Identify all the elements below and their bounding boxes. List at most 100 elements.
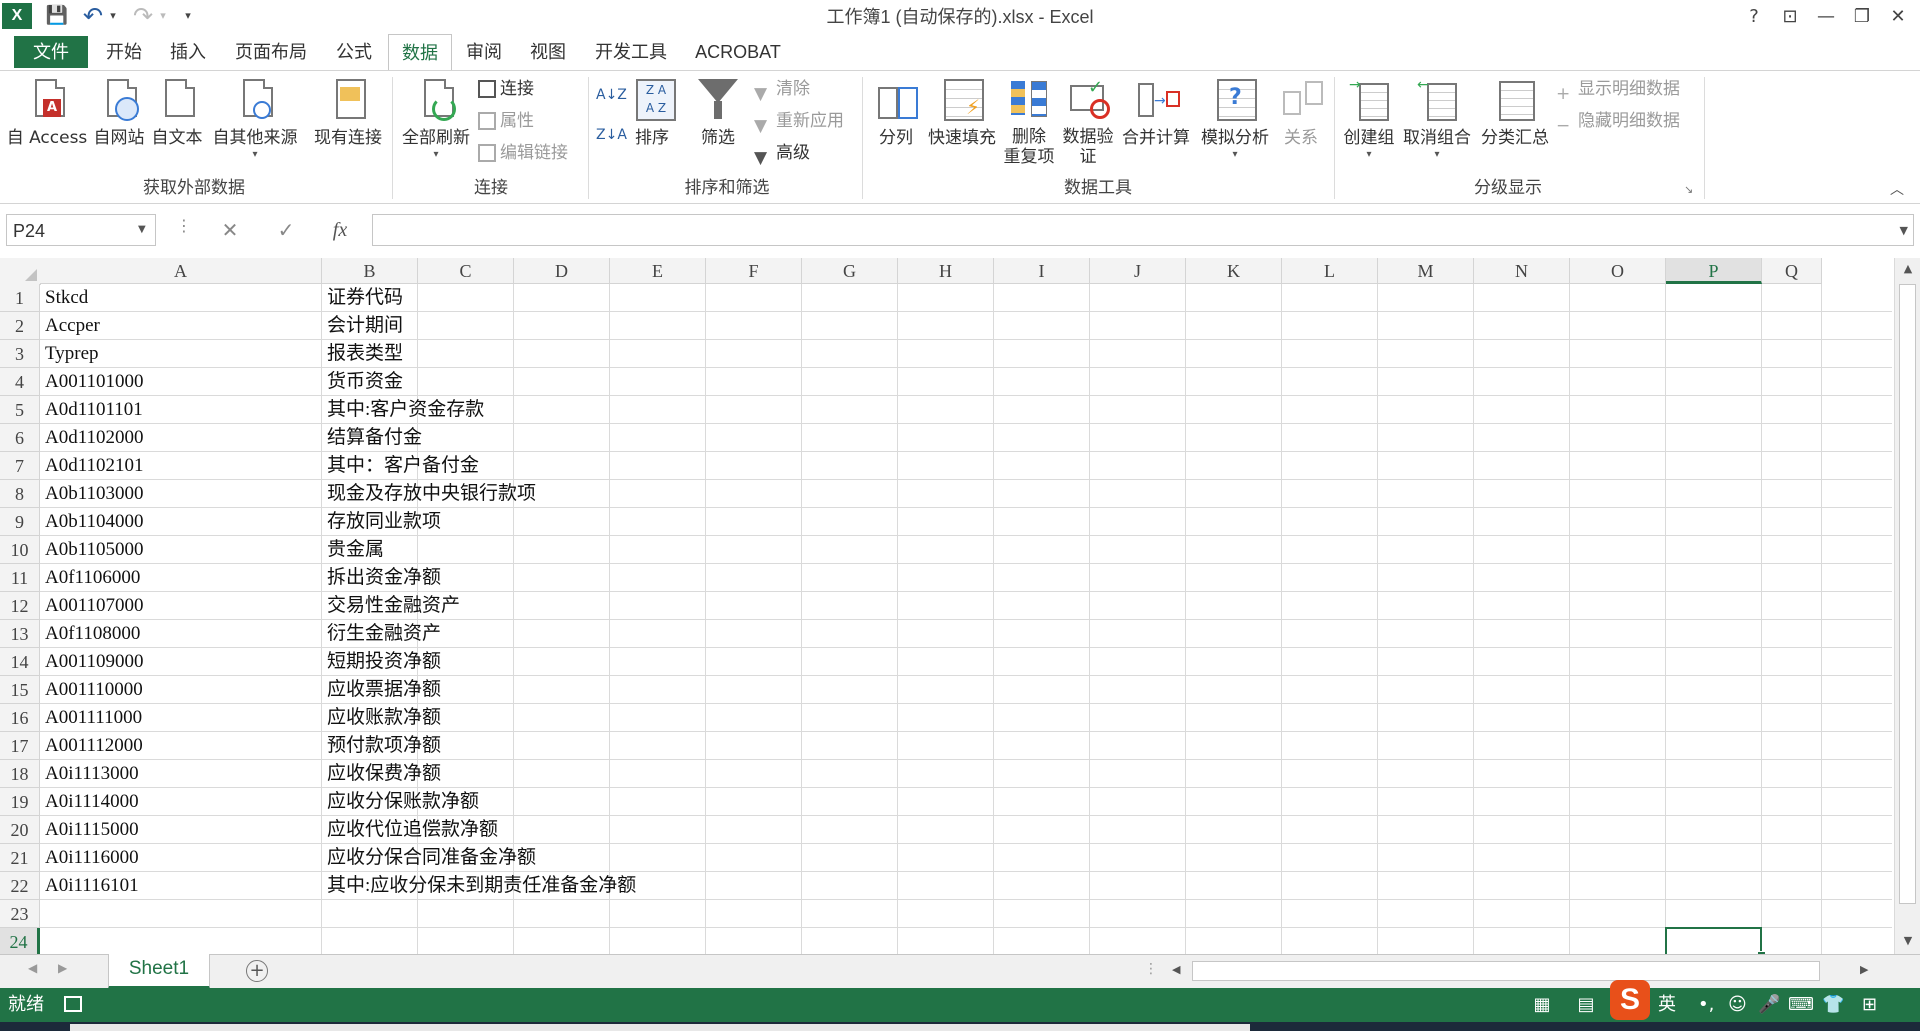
- cell-b18[interactable]: 应收保费净额: [322, 760, 441, 788]
- scroll-left-icon[interactable]: ◀: [1172, 963, 1180, 976]
- ribbon-display-options-button[interactable]: ⊡: [1772, 2, 1808, 32]
- flash-fill-button[interactable]: ⚡ 快速填充: [926, 75, 998, 171]
- cell-b1[interactable]: 证券代码: [322, 284, 403, 312]
- cell-b9[interactable]: 存放同业款项: [322, 508, 441, 536]
- row-header-17[interactable]: 17: [0, 732, 40, 760]
- cell-a16[interactable]: A001111000: [40, 704, 142, 732]
- connections-button[interactable]: 连接: [478, 75, 534, 103]
- collapse-ribbon-icon[interactable]: ︿: [1890, 179, 1904, 199]
- normal-view-icon[interactable]: ▦: [1530, 994, 1554, 1016]
- cell-b11[interactable]: 拆出资金净额: [322, 564, 441, 592]
- column-header-p[interactable]: P: [1666, 258, 1762, 284]
- tab-formulas[interactable]: 公式: [326, 36, 382, 68]
- chevron-down-icon[interactable]: ▼: [138, 224, 146, 235]
- subtotal-button[interactable]: 分类汇总: [1476, 75, 1554, 171]
- cell-a9[interactable]: A0b1104000: [40, 508, 144, 536]
- cell-b19[interactable]: 应收分保账款净额: [322, 788, 479, 816]
- dialog-launcher-icon[interactable]: ↘: [1684, 183, 1693, 196]
- column-header-k[interactable]: K: [1186, 258, 1282, 284]
- ime-language-toggle[interactable]: 英: [1658, 988, 1676, 1022]
- cell-b15[interactable]: 应收票据净额: [322, 676, 441, 704]
- cell-b21[interactable]: 应收分保合同准备金净额: [322, 844, 536, 872]
- cell-a6[interactable]: A0d1102000: [40, 424, 144, 452]
- cell-b14[interactable]: 短期投资净额: [322, 648, 441, 676]
- cell-b20[interactable]: 应收代位追偿款净额: [322, 816, 498, 844]
- insert-function-button[interactable]: fx: [322, 214, 358, 246]
- tab-acrobat[interactable]: ACROBAT: [688, 36, 788, 68]
- cell-a20[interactable]: A0i1115000: [40, 816, 139, 844]
- cell-b13[interactable]: 衍生金融资产: [322, 620, 441, 648]
- group-button[interactable]: → 创建组 ▾: [1340, 75, 1398, 171]
- sogou-ime-logo[interactable]: S: [1610, 980, 1650, 1020]
- tab-page-layout[interactable]: 页面布局: [226, 36, 316, 68]
- row-header-10[interactable]: 10: [0, 536, 40, 564]
- row-header-8[interactable]: 8: [0, 480, 40, 508]
- column-header-l[interactable]: L: [1282, 258, 1378, 284]
- formula-bar-resize-handle[interactable]: ⋮: [176, 216, 192, 235]
- cell-b6[interactable]: 结算备付金: [322, 424, 422, 452]
- cell-a15[interactable]: A001110000: [40, 676, 143, 704]
- cell-b22[interactable]: 其中:应收分保未到期责任准备金净额: [322, 872, 636, 900]
- ime-toolbox-icon[interactable]: ⊞: [1862, 988, 1877, 1022]
- vertical-scroll-thumb[interactable]: [1899, 284, 1916, 904]
- text-to-columns-button[interactable]: 分列: [868, 75, 924, 171]
- reapply-button[interactable]: ▼ 重新应用: [754, 107, 844, 136]
- sheet-tab-sheet1[interactable]: Sheet1: [108, 954, 210, 989]
- from-access-button[interactable]: A 自 Access: [4, 75, 90, 171]
- page-layout-view-icon[interactable]: ▤: [1574, 994, 1598, 1016]
- from-web-button[interactable]: 自网站: [90, 75, 148, 171]
- cell-a3[interactable]: Typrep: [40, 340, 99, 368]
- column-header-n[interactable]: N: [1474, 258, 1570, 284]
- column-header-h[interactable]: H: [898, 258, 994, 284]
- tab-view[interactable]: 视图: [520, 36, 576, 68]
- ime-mic-icon[interactable]: 🎤: [1758, 988, 1780, 1022]
- row-header-14[interactable]: 14: [0, 648, 40, 676]
- row-header-16[interactable]: 16: [0, 704, 40, 732]
- tab-file[interactable]: 文件: [14, 36, 88, 68]
- row-header-7[interactable]: 7: [0, 452, 40, 480]
- macro-record-icon[interactable]: [64, 996, 82, 1012]
- row-header-2[interactable]: 2: [0, 312, 40, 340]
- name-box[interactable]: P24: [6, 214, 156, 246]
- cell-b12[interactable]: 交易性金融资产: [322, 592, 460, 620]
- row-header-24[interactable]: 24: [0, 928, 40, 954]
- row-header-13[interactable]: 13: [0, 620, 40, 648]
- cell-a17[interactable]: A001112000: [40, 732, 143, 760]
- cell-b4[interactable]: 货币资金: [322, 368, 403, 396]
- add-sheet-icon[interactable]: +: [246, 960, 268, 982]
- cancel-entry-button[interactable]: ✕: [212, 214, 248, 246]
- row-header-20[interactable]: 20: [0, 816, 40, 844]
- row-header-4[interactable]: 4: [0, 368, 40, 396]
- cell-a19[interactable]: A0i1114000: [40, 788, 139, 816]
- cell-b17[interactable]: 预付款项净额: [322, 732, 441, 760]
- cell-a2[interactable]: Accper: [40, 312, 100, 340]
- column-header-q[interactable]: Q: [1762, 258, 1822, 284]
- prev-sheet-icon[interactable]: ◀: [28, 961, 37, 975]
- ungroup-button[interactable]: ← 取消组合 ▾: [1400, 75, 1474, 171]
- row-header-5[interactable]: 5: [0, 396, 40, 424]
- column-header-i[interactable]: I: [994, 258, 1090, 284]
- consolidate-button[interactable]: → 合并计算: [1118, 75, 1194, 171]
- tab-insert[interactable]: 插入: [160, 36, 216, 68]
- cell-a22[interactable]: A0i1116101: [40, 872, 139, 900]
- close-button[interactable]: ✕: [1880, 2, 1916, 32]
- horizontal-scroll-thumb[interactable]: [1192, 961, 1820, 981]
- cell-a8[interactable]: A0b1103000: [40, 480, 144, 508]
- cell-b3[interactable]: 报表类型: [322, 340, 403, 368]
- ime-emoji-icon[interactable]: ☺: [1728, 988, 1747, 1022]
- from-other-sources-button[interactable]: 自其他来源 ▾: [206, 75, 304, 171]
- existing-connections-button[interactable]: 现有连接: [308, 75, 388, 171]
- cell-a13[interactable]: A0f1108000: [40, 620, 140, 648]
- row-header-22[interactable]: 22: [0, 872, 40, 900]
- column-header-j[interactable]: J: [1090, 258, 1186, 284]
- row-header-1[interactable]: 1: [0, 284, 40, 312]
- column-header-a[interactable]: A: [40, 258, 322, 284]
- maximize-button[interactable]: ❐: [1844, 2, 1880, 32]
- column-header-d[interactable]: D: [514, 258, 610, 284]
- tab-data[interactable]: 数据: [388, 34, 452, 72]
- ime-keyboard-icon[interactable]: ⌨: [1788, 988, 1814, 1022]
- cell-a1[interactable]: Stkcd: [40, 284, 88, 312]
- cell-b16[interactable]: 应收账款净额: [322, 704, 441, 732]
- tab-split-handle[interactable]: ⋮: [1144, 961, 1158, 977]
- row-header-23[interactable]: 23: [0, 900, 40, 928]
